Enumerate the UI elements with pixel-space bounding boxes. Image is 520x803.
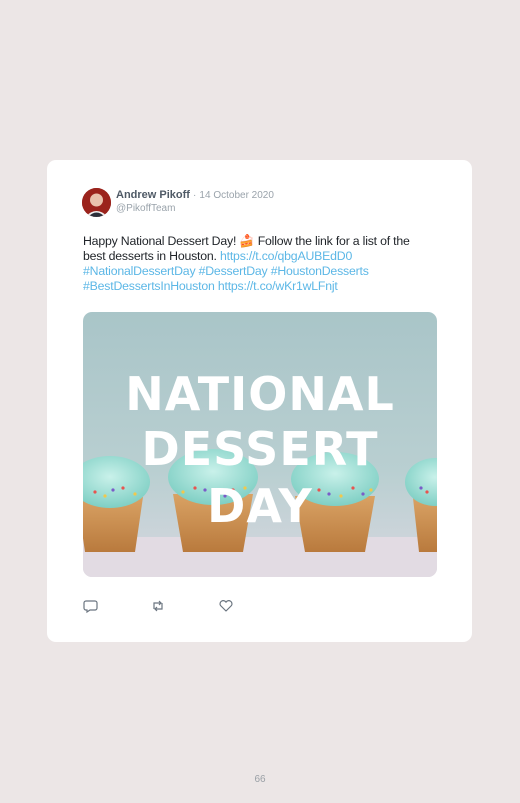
image-title-line: NATIONAL [125, 367, 395, 421]
tweet-link-2[interactable]: https://t.co/wKr1wLFnjt [218, 279, 338, 293]
page-number: 66 [254, 774, 266, 785]
retweet-icon[interactable] [150, 598, 166, 614]
image-title-line: DAY [207, 479, 313, 533]
image-title-line: DESSERT [142, 422, 379, 476]
separator: · [193, 190, 197, 201]
tweet-date[interactable]: 14 October 2020 [199, 190, 274, 201]
hashtag-link[interactable]: #NationalDessertDay [83, 264, 196, 278]
author-handle[interactable]: @PikoffTeam [116, 202, 274, 215]
tweet-image[interactable]: NATIONAL DESSERT DAY [83, 312, 437, 577]
avatar[interactable] [82, 188, 111, 217]
tweet-header: Andrew Pikoff · 14 October 2020 @PikoffT… [116, 189, 274, 215]
tweet-link-1[interactable]: https://t.co/qbgAUBEdD0 [220, 249, 352, 263]
heart-icon[interactable] [218, 598, 234, 614]
tweet-card: Andrew Pikoff · 14 October 2020 @PikoffT… [47, 160, 472, 642]
tweet-text: Happy National Dessert Day! 🍰 Follow the… [83, 234, 435, 294]
hashtag-link[interactable]: #BestDessertsInHouston [83, 279, 215, 293]
reply-icon[interactable] [83, 598, 99, 614]
hashtag-link[interactable]: #HoustonDesserts [271, 264, 369, 278]
hashtag-link[interactable]: #DessertDay [199, 264, 268, 278]
author-name[interactable]: Andrew Pikoff [116, 189, 190, 201]
